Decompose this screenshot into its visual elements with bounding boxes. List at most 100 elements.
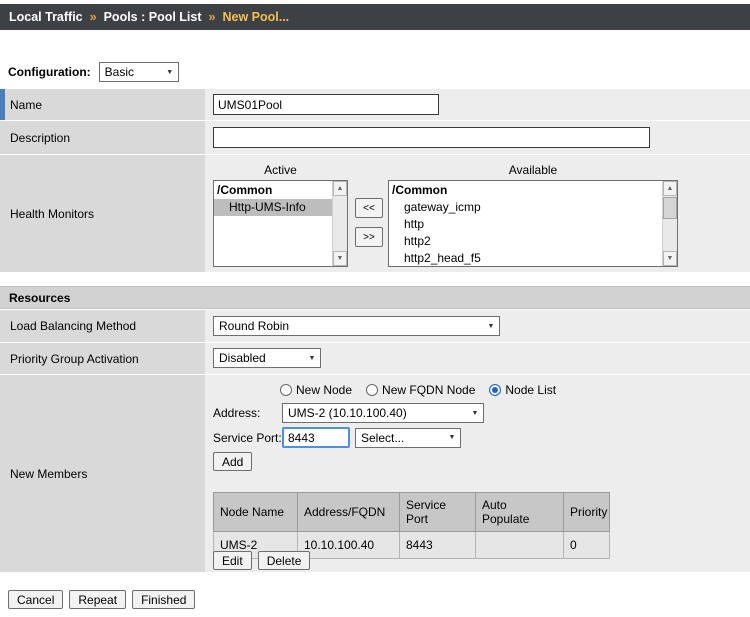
configuration-row: Configuration: Basic ▼ [8,62,179,82]
new-members-content-cell: New Node New FQDN Node Node List Address… [205,375,750,572]
service-port-line: Service Port: Select... ▼ [213,427,461,448]
listbox-group-common: /Common [214,182,332,199]
address-label: Address: [213,406,282,420]
repeat-button[interactable]: Repeat [69,590,126,609]
priority-group-row: Priority Group Activation Disabled ▼ [0,343,750,374]
node-type-radio-group: New Node New FQDN Node Node List [280,383,556,397]
priority-group-select-value: Disabled [219,351,266,365]
name-label-cell: Name [0,89,205,120]
new-members-label: New Members [10,467,87,481]
service-port-input[interactable] [282,427,350,448]
breadcrumb-item-local-traffic[interactable]: Local Traffic [9,10,83,24]
edit-button[interactable]: Edit [213,551,252,570]
health-monitors-content-cell: Active Available /Common Http-UMS-Info ▲… [205,155,750,272]
members-table: Node Name Address/FQDN Service Port Auto… [213,492,610,559]
radio-new-fqdn-node[interactable]: New FQDN Node [366,383,475,397]
add-button[interactable]: Add [213,452,252,471]
cell-priority: 0 [564,532,610,559]
load-balancing-content-cell: Round Robin ▼ [205,310,750,342]
scrollbar-thumb[interactable] [663,197,677,219]
active-monitors-listbox[interactable]: /Common Http-UMS-Info ▲ ▼ [213,180,348,267]
scroll-down-icon[interactable]: ▼ [333,251,347,266]
listbox-item-http[interactable]: http [389,216,662,233]
listbox-item-http2-head-f5[interactable]: http2_head_f5 [389,250,662,266]
service-port-select-value: Select... [361,431,404,445]
load-balancing-select[interactable]: Round Robin ▼ [213,316,500,336]
address-line: Address: UMS-2 (10.10.100.40) ▼ [213,403,484,423]
description-label: Description [10,131,70,145]
name-row: Name [0,89,750,120]
finished-button[interactable]: Finished [132,590,195,609]
breadcrumb-item-pool-list[interactable]: Pools : Pool List [104,10,202,24]
name-input[interactable] [213,94,439,115]
breadcrumb-item-new-pool: New Pool... [222,10,289,24]
scroll-down-icon[interactable]: ▼ [663,251,677,266]
member-actions: Edit Delete [213,551,310,570]
scrollbar-track[interactable] [333,196,347,251]
scrollbar-track[interactable] [663,196,677,251]
chevron-down-icon: ▼ [483,323,499,330]
radio-new-node-label: New Node [296,383,352,397]
listbox-item-http2[interactable]: http2 [389,233,662,250]
priority-group-label-cell: Priority Group Activation [0,343,205,374]
address-select-value: UMS-2 (10.10.100.40) [288,406,407,420]
description-row: Description [0,121,750,154]
new-members-row: New Members New Node New FQDN Node Node … [0,375,750,572]
health-monitors-label-cell: Health Monitors [0,155,205,272]
configuration-select[interactable]: Basic ▼ [99,62,179,82]
breadcrumb-separator-icon: » [90,10,97,24]
cell-address-fqdn: 10.10.100.40 [298,532,400,559]
page: Local Traffic » Pools : Pool List » New … [0,0,750,617]
available-monitors-list: /Common gateway_icmp http http2 http2_he… [389,181,662,266]
radio-button-icon[interactable] [489,384,501,396]
description-label-cell: Description [0,121,205,154]
chevron-down-icon: ▼ [467,410,483,417]
chevron-down-icon: ▼ [304,355,320,362]
radio-node-list[interactable]: Node List [489,383,556,397]
new-members-label-cell: New Members [0,375,205,572]
scroll-up-icon[interactable]: ▲ [333,181,347,196]
load-balancing-label: Load Balancing Method [10,319,136,333]
available-column-header: Available [388,163,678,177]
radio-button-icon[interactable] [366,384,378,396]
configuration-label: Configuration: [8,65,91,79]
radio-node-list-label: Node List [505,383,556,397]
move-to-available-button[interactable]: >> [355,227,383,247]
address-select[interactable]: UMS-2 (10.10.100.40) ▼ [282,403,484,423]
configuration-select-value: Basic [105,65,134,79]
load-balancing-select-value: Round Robin [219,319,289,333]
listbox-item-gateway-icmp[interactable]: gateway_icmp [389,199,662,216]
priority-group-select[interactable]: Disabled ▼ [213,348,321,368]
priority-group-label: Priority Group Activation [10,352,139,366]
resources-section-header: Resources [0,286,750,309]
load-balancing-row: Load Balancing Method Round Robin ▼ [0,310,750,342]
active-monitors-list: /Common Http-UMS-Info [214,181,332,266]
col-header-service-port: Service Port [400,493,476,532]
description-input[interactable] [213,127,650,148]
move-to-active-button[interactable]: << [355,198,383,218]
active-listbox-scrollbar[interactable]: ▲ ▼ [332,181,347,266]
available-monitors-listbox[interactable]: /Common gateway_icmp http http2 http2_he… [388,180,678,267]
scroll-up-icon[interactable]: ▲ [663,181,677,196]
delete-button[interactable]: Delete [258,551,311,570]
cell-service-port: 8443 [400,532,476,559]
service-port-select[interactable]: Select... ▼ [355,428,461,448]
description-content-cell [205,121,750,154]
required-marker [0,89,5,120]
radio-button-icon[interactable] [280,384,292,396]
cancel-button[interactable]: Cancel [8,590,63,609]
col-header-address-fqdn: Address/FQDN [298,493,400,532]
radio-new-node[interactable]: New Node [280,383,352,397]
name-label: Name [10,98,42,112]
listbox-item-http-ums-info[interactable]: Http-UMS-Info [214,199,332,216]
service-port-label: Service Port: [213,431,282,445]
members-table-header-row: Node Name Address/FQDN Service Port Auto… [214,493,610,532]
col-header-auto-populate: Auto Populate [476,493,564,532]
load-balancing-label-cell: Load Balancing Method [0,310,205,342]
available-listbox-scrollbar[interactable]: ▲ ▼ [662,181,677,266]
resources-title: Resources [9,291,70,305]
health-monitors-row: Health Monitors Active Available /Common… [0,155,750,272]
chevron-down-icon: ▼ [162,69,178,76]
breadcrumb-separator-icon: » [209,10,216,24]
chevron-down-icon: ▼ [444,434,460,441]
